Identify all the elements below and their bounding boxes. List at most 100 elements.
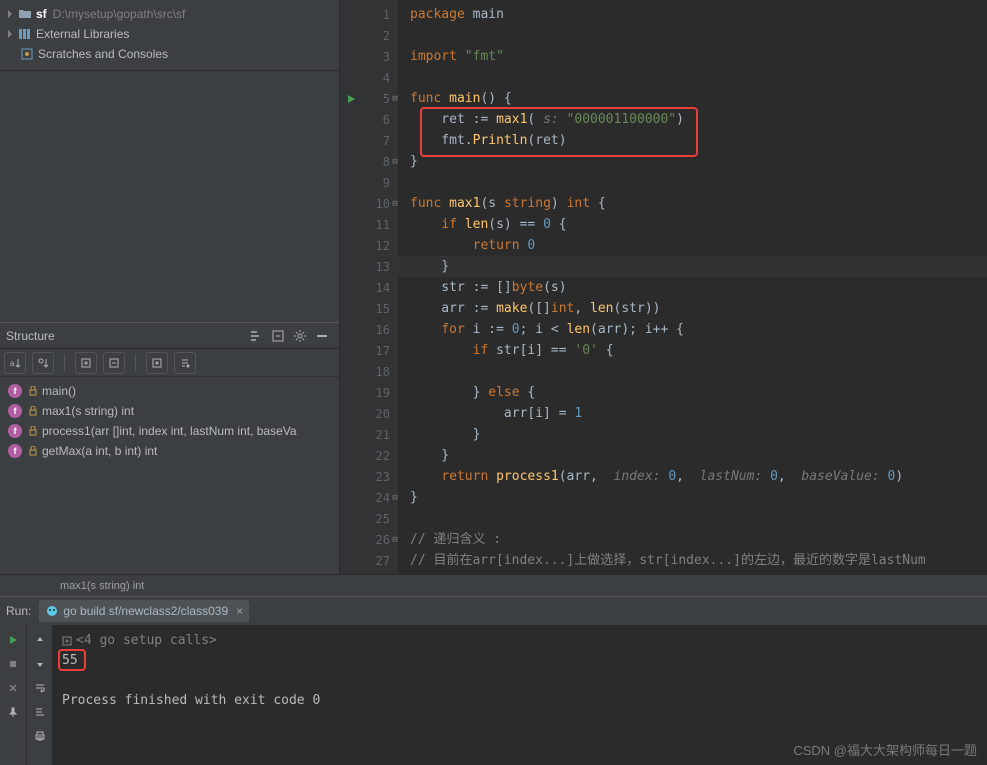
structure-item[interactable]: fgetMax(a int, b int) int [0,441,339,461]
gutter-line[interactable]: 27 [340,550,398,571]
code-content[interactable]: package main import "fmt" func main() { re… [398,0,987,574]
gutter-line[interactable]: 4 [340,67,398,88]
gutter-line[interactable]: 25 [340,508,398,529]
editor[interactable]: 12345⊟678⊟910⊟11121314151617181920212223… [340,0,987,574]
run-gutter-icon[interactable] [346,94,356,104]
gutter-line[interactable]: 9 [340,172,398,193]
code-line[interactable]: // 目前在arr[index...]上做选择，str[index...]的左边… [398,550,987,571]
gutter-line[interactable]: 14 [340,277,398,298]
structure-title: Structure [6,329,55,343]
code-line[interactable]: return 0 [398,235,987,256]
structure-item[interactable]: fprocess1(arr []int, index int, lastNum … [0,421,339,441]
gutter-line[interactable]: 12 [340,235,398,256]
code-line[interactable]: func main() { [398,88,987,109]
scroll-end-button[interactable] [29,701,51,723]
collapse-icon[interactable] [267,325,289,347]
gutter-line[interactable]: 23 [340,466,398,487]
setup-calls-line[interactable]: <4 go setup calls> [62,631,977,651]
function-badge-icon: f [8,384,22,398]
expand-all-button[interactable] [75,352,97,374]
code-line[interactable]: // 递归含义 : [398,529,987,550]
code-line[interactable]: func max1(s string) int { [398,193,987,214]
exit-button[interactable] [2,677,24,699]
code-line[interactable] [398,67,987,88]
structure-item-label: max1(s string) int [42,404,134,418]
stop-button[interactable] [2,653,24,675]
gutter-line[interactable]: 1 [340,4,398,25]
gutter-line[interactable]: 2 [340,25,398,46]
gutter[interactable]: 12345⊟678⊟910⊟11121314151617181920212223… [340,0,398,574]
gutter-line[interactable]: 22 [340,445,398,466]
gutter-line[interactable]: 20 [340,403,398,424]
code-line[interactable]: for i := 0; i < len(arr); i++ { [398,319,987,340]
gutter-line[interactable]: 24⊟ [340,487,398,508]
structure-item[interactable]: f main() [0,381,339,401]
sort-visibility-button[interactable] [32,352,54,374]
code-line[interactable]: } [398,424,987,445]
code-line[interactable] [398,361,987,382]
gutter-line[interactable]: 3 [340,46,398,67]
pin-button[interactable] [2,701,24,723]
gutter-line[interactable]: 26⊟ [340,529,398,550]
setup-calls-text: <4 go setup calls> [76,631,217,651]
code-line[interactable]: } else { [398,382,987,403]
code-line[interactable] [398,25,987,46]
breadcrumb-item[interactable]: max1(s string) int [60,580,144,592]
print-button[interactable] [29,725,51,747]
structure-item-label: getMax(a int, b int) int [42,444,157,458]
hide-icon[interactable] [311,325,333,347]
collapse-all-button[interactable] [103,352,125,374]
down-button[interactable] [29,653,51,675]
gutter-line[interactable]: 15 [340,298,398,319]
gear-icon[interactable] [289,325,311,347]
code-line[interactable]: if len(s) == 0 { [398,214,987,235]
code-line[interactable]: } [398,487,987,508]
code-line[interactable]: arr[i] = 1 [398,403,987,424]
code-line[interactable]: return process1(arr, index: 0, lastNum: … [398,466,987,487]
rerun-button[interactable] [2,629,24,651]
sort-alpha-button[interactable]: a [4,352,26,374]
soft-wrap-button[interactable] [29,677,51,699]
gutter-line[interactable]: 10⊟ [340,193,398,214]
console-output[interactable]: <4 go setup calls> 55 Process finished w… [52,625,987,765]
code-line[interactable]: } [398,256,987,277]
close-icon[interactable]: × [236,604,243,618]
gutter-line[interactable]: 7 [340,130,398,151]
gutter-line[interactable]: 19 [340,382,398,403]
external-libraries[interactable]: External Libraries [0,24,339,44]
code-line[interactable] [398,172,987,193]
code-line[interactable]: } [398,445,987,466]
gutter-line[interactable]: 6 [340,109,398,130]
run-tab[interactable]: go build sf/newclass2/class039 × [39,600,249,622]
gutter-line[interactable]: 17 [340,340,398,361]
code-line[interactable]: ret := max1( s: "000001100000") [398,109,987,130]
gutter-line[interactable]: 11 [340,214,398,235]
scratches[interactable]: Scratches and Consoles [0,44,339,64]
structure-item[interactable]: fmax1(s string) int [0,401,339,421]
code-line[interactable]: } [398,151,987,172]
project-root[interactable]: sf D:\mysetup\gopath\src\sf [0,4,339,24]
gutter-line[interactable]: 21 [340,424,398,445]
expand-icon[interactable] [62,636,72,646]
gutter-line[interactable]: 13 [340,256,398,277]
code-line[interactable]: package main [398,4,987,25]
code-line[interactable]: fmt.Println(ret) [398,130,987,151]
structure-header: Structure [0,323,339,349]
code-line[interactable]: str := []byte(s) [398,277,987,298]
gutter-line[interactable]: 16 [340,319,398,340]
code-line[interactable]: if str[i] == '0' { [398,340,987,361]
gutter-line[interactable]: 8⊟ [340,151,398,172]
breadcrumb[interactable]: max1(s string) int [0,574,987,595]
gutter-line[interactable]: 5⊟ [340,88,398,109]
code-line[interactable]: import "fmt" [398,46,987,67]
lock-icon [28,406,38,416]
autoscroll-button[interactable] [146,352,168,374]
sort-icon[interactable] [245,325,267,347]
up-button[interactable] [29,629,51,651]
structure-item-label: main() [42,384,76,398]
gutter-line[interactable]: 18 [340,361,398,382]
code-line[interactable]: arr := make([]int, len(str)) [398,298,987,319]
code-line[interactable] [398,508,987,529]
autoscroll-from-button[interactable] [174,352,196,374]
run-tabbar: Run: go build sf/newclass2/class039 × [0,597,987,625]
